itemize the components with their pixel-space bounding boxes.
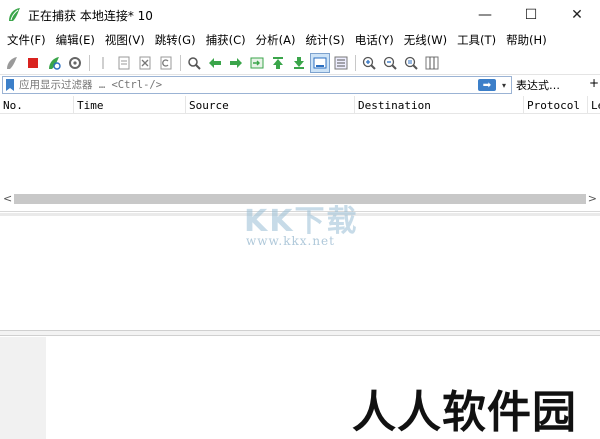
zoom-normal-button[interactable] bbox=[401, 53, 421, 73]
column-header-time[interactable]: Time bbox=[77, 99, 104, 112]
close-button[interactable]: ✕ bbox=[554, 0, 600, 30]
menu-tools[interactable]: 工具(T) bbox=[452, 30, 501, 50]
go-back-icon bbox=[209, 57, 221, 68]
scroll-right-icon[interactable]: > bbox=[588, 192, 597, 206]
display-filter-bar: ➡ ▾ 表达式… + bbox=[0, 76, 600, 94]
window-title: 正在捕获 本地连接* 10 bbox=[28, 8, 153, 23]
open-file-icon bbox=[102, 56, 104, 69]
save-file-icon bbox=[118, 56, 130, 69]
menu-analyze[interactable]: 分析(A) bbox=[251, 30, 301, 50]
maximize-button[interactable]: ☐ bbox=[508, 0, 554, 30]
watermark-brand: 人人软件园 bbox=[352, 387, 577, 438]
go-forward-button[interactable] bbox=[226, 53, 246, 73]
auto-scroll-button[interactable] bbox=[310, 52, 330, 73]
stop-capture-button[interactable] bbox=[23, 53, 43, 73]
go-last-icon bbox=[294, 56, 304, 69]
menu-help[interactable]: 帮助(H) bbox=[501, 30, 552, 50]
go-to-packet-button[interactable] bbox=[247, 53, 267, 73]
display-filter-input[interactable] bbox=[15, 79, 478, 91]
column-header-destination[interactable]: Destination bbox=[358, 99, 431, 112]
title-bar: 正在捕获 本地连接* 10 — ☐ ✕ bbox=[0, 0, 600, 30]
bytes-offset-column bbox=[0, 337, 46, 439]
reload-button[interactable] bbox=[156, 53, 176, 73]
colorize-button[interactable] bbox=[331, 53, 351, 73]
menu-view[interactable]: 视图(V) bbox=[100, 30, 150, 50]
zoom-in-button[interactable] bbox=[359, 53, 379, 73]
arrow-right-icon: ➡ bbox=[482, 79, 492, 91]
minimize-button[interactable]: — bbox=[462, 0, 508, 30]
column-header-no[interactable]: No. bbox=[3, 99, 23, 112]
auto-scroll-icon bbox=[313, 57, 327, 68]
menu-telephony[interactable]: 电话(Y) bbox=[350, 30, 399, 50]
menu-edit[interactable]: 编辑(E) bbox=[51, 30, 100, 50]
column-divider[interactable] bbox=[185, 96, 186, 114]
column-header-protocol[interactable]: Protocol bbox=[527, 99, 580, 112]
expression-button[interactable]: 表达式… bbox=[516, 77, 560, 93]
find-packet-icon bbox=[188, 56, 201, 70]
menu-go[interactable]: 跳转(G) bbox=[150, 30, 201, 50]
scroll-left-icon[interactable]: < bbox=[3, 192, 12, 206]
pane-splitter[interactable] bbox=[0, 330, 600, 336]
capture-options-button[interactable] bbox=[65, 53, 85, 73]
zoom-in-icon bbox=[362, 56, 376, 70]
display-filter-box: ➡ ▾ bbox=[2, 76, 512, 94]
reload-icon bbox=[160, 56, 172, 69]
start-capture-button[interactable] bbox=[2, 53, 22, 73]
main-toolbar bbox=[0, 51, 600, 75]
save-file-button[interactable] bbox=[114, 53, 134, 73]
restart-capture-icon bbox=[49, 56, 61, 70]
capture-options-icon bbox=[69, 56, 81, 69]
add-filter-button[interactable]: + bbox=[589, 76, 599, 90]
menu-file[interactable]: 文件(F) bbox=[2, 30, 51, 50]
go-forward-icon bbox=[230, 57, 242, 68]
go-first-icon bbox=[273, 56, 283, 69]
go-last-button[interactable] bbox=[289, 53, 309, 73]
column-header-length[interactable]: Le bbox=[591, 99, 600, 112]
minimize-icon: — bbox=[478, 7, 492, 23]
restart-capture-button[interactable] bbox=[44, 53, 64, 73]
close-file-icon bbox=[139, 56, 151, 69]
open-file-button[interactable] bbox=[93, 53, 113, 73]
zoom-out-button[interactable] bbox=[380, 53, 400, 73]
packet-list-pane[interactable]: No. Time Source Destination Protocol Le … bbox=[0, 96, 600, 212]
colorize-icon bbox=[334, 56, 348, 69]
find-packet-button[interactable] bbox=[184, 53, 204, 73]
menu-bar: 文件(F) 编辑(E) 视图(V) 跳转(G) 捕获(C) 分析(A) 统计(S… bbox=[0, 30, 600, 50]
go-first-button[interactable] bbox=[268, 53, 288, 73]
close-file-button[interactable] bbox=[135, 53, 155, 73]
column-divider[interactable] bbox=[73, 96, 74, 114]
go-to-packet-icon bbox=[250, 57, 264, 68]
watermark-url: www.kkx.net bbox=[246, 234, 335, 248]
toolbar-separator bbox=[355, 54, 356, 71]
column-divider[interactable] bbox=[523, 96, 524, 114]
menu-statistics[interactable]: 统计(S) bbox=[300, 30, 349, 50]
toolbar-separator bbox=[89, 54, 90, 71]
wireshark-app-icon bbox=[9, 8, 20, 21]
column-divider[interactable] bbox=[587, 96, 588, 114]
resize-columns-icon bbox=[425, 56, 439, 69]
menu-wireless[interactable]: 无线(W) bbox=[399, 30, 452, 50]
column-divider[interactable] bbox=[354, 96, 355, 114]
zoom-out-icon bbox=[383, 56, 397, 70]
stop-capture-icon bbox=[28, 57, 38, 68]
maximize-icon: ☐ bbox=[524, 7, 538, 23]
close-icon: ✕ bbox=[571, 7, 583, 23]
apply-filter-button[interactable]: ➡ bbox=[478, 79, 496, 91]
packet-list-header: No. Time Source Destination Protocol Le bbox=[0, 96, 600, 114]
zoom-normal-icon bbox=[404, 56, 418, 70]
go-back-button[interactable] bbox=[205, 53, 225, 73]
menu-capture[interactable]: 捕获(C) bbox=[201, 30, 251, 50]
shark-fin-start-icon bbox=[7, 56, 17, 69]
filter-dropdown-button[interactable]: ▾ bbox=[499, 81, 509, 90]
column-header-source[interactable]: Source bbox=[189, 99, 229, 112]
chevron-down-icon: ▾ bbox=[501, 80, 506, 90]
bookmark-icon[interactable] bbox=[5, 78, 15, 92]
resize-columns-button[interactable] bbox=[422, 53, 442, 73]
toolbar-separator bbox=[180, 54, 181, 71]
